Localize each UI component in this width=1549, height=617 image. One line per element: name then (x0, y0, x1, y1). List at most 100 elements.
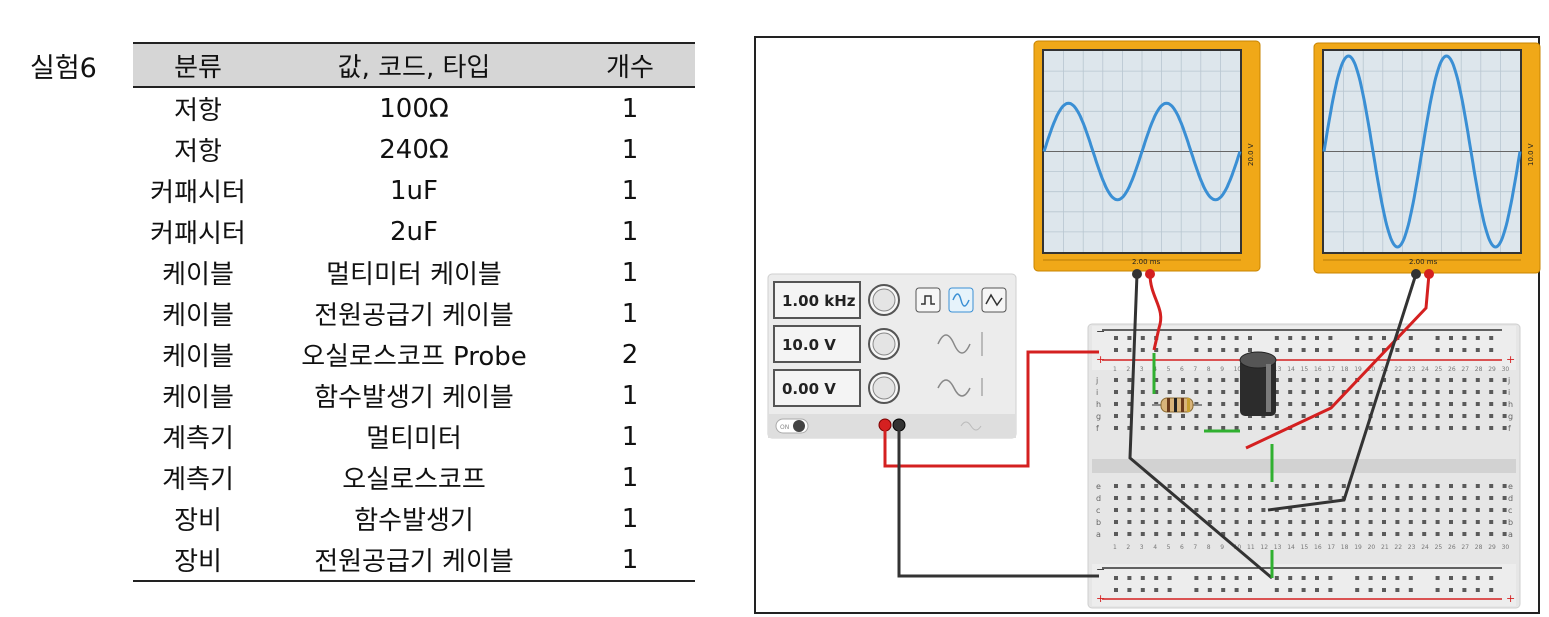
breadboard-hole[interactable] (1475, 402, 1480, 406)
breadboard-hole[interactable] (1368, 532, 1373, 536)
rail-hole[interactable] (1194, 588, 1199, 592)
rail-hole[interactable] (1435, 336, 1440, 340)
breadboard-hole[interactable] (1207, 496, 1212, 500)
triangle-wave-button[interactable] (981, 287, 1007, 313)
breadboard-hole[interactable] (1234, 508, 1239, 512)
breadboard-hole[interactable] (1422, 496, 1427, 500)
rail-hole[interactable] (1207, 576, 1212, 580)
rail-hole[interactable] (1408, 336, 1413, 340)
breadboard-hole[interactable] (1261, 520, 1266, 524)
rail-hole[interactable] (1315, 588, 1319, 592)
breadboard-hole[interactable] (1315, 508, 1319, 512)
breadboard-hole[interactable] (1382, 402, 1386, 406)
breadboard-hole[interactable] (1274, 426, 1279, 430)
breadboard-hole[interactable] (1167, 414, 1172, 418)
breadboard-hole[interactable] (1140, 520, 1145, 524)
breadboard-hole[interactable] (1154, 532, 1159, 536)
breadboard-hole[interactable] (1328, 414, 1333, 418)
rail-hole[interactable] (1395, 576, 1400, 580)
amplitude-knob[interactable] (868, 328, 900, 360)
rail-hole[interactable] (1382, 336, 1386, 340)
breadboard-hole[interactable] (1207, 532, 1212, 536)
breadboard-hole[interactable] (1127, 496, 1132, 500)
rail-hole[interactable] (1114, 576, 1118, 580)
rail-hole[interactable] (1127, 576, 1132, 580)
breadboard-hole[interactable] (1301, 402, 1306, 406)
breadboard-hole[interactable] (1167, 426, 1172, 430)
breadboard-hole[interactable] (1489, 426, 1494, 430)
breadboard-hole[interactable] (1114, 414, 1118, 418)
rail-hole[interactable] (1274, 588, 1279, 592)
breadboard-hole[interactable] (1274, 414, 1279, 418)
breadboard-hole[interactable] (1475, 484, 1480, 488)
breadboard-hole[interactable] (1341, 414, 1346, 418)
breadboard-hole[interactable] (1341, 402, 1346, 406)
breadboard-hole[interactable] (1489, 520, 1494, 524)
rail-hole[interactable] (1207, 348, 1212, 352)
breadboard-hole[interactable] (1194, 532, 1199, 536)
rail-hole[interactable] (1288, 336, 1293, 340)
rail-hole[interactable] (1248, 348, 1252, 352)
breadboard-hole[interactable] (1475, 532, 1480, 536)
breadboard-hole[interactable] (1114, 496, 1118, 500)
square-wave-button[interactable] (915, 287, 941, 313)
breadboard-hole[interactable] (1355, 520, 1360, 524)
breadboard-hole[interactable] (1395, 414, 1400, 418)
breadboard-hole[interactable] (1368, 378, 1373, 382)
breadboard-hole[interactable] (1221, 484, 1226, 488)
rail-hole[interactable] (1355, 336, 1360, 340)
breadboard-hole[interactable] (1234, 390, 1239, 394)
breadboard-hole[interactable] (1248, 508, 1252, 512)
rail-hole[interactable] (1248, 588, 1252, 592)
breadboard-hole[interactable] (1221, 402, 1226, 406)
breadboard-hole[interactable] (1261, 426, 1266, 430)
breadboard-hole[interactable] (1167, 508, 1172, 512)
breadboard-hole[interactable] (1408, 520, 1413, 524)
breadboard-hole[interactable] (1315, 426, 1319, 430)
rail-hole[interactable] (1274, 576, 1279, 580)
rail-hole[interactable] (1395, 588, 1400, 592)
breadboard-hole[interactable] (1181, 414, 1185, 418)
breadboard-hole[interactable] (1355, 402, 1360, 406)
breadboard-hole[interactable] (1140, 508, 1145, 512)
rail-hole[interactable] (1167, 348, 1172, 352)
breadboard-hole[interactable] (1301, 426, 1306, 430)
rail-hole[interactable] (1408, 588, 1413, 592)
breadboard-hole[interactable] (1248, 496, 1252, 500)
breadboard-hole[interactable] (1435, 496, 1440, 500)
rail-hole[interactable] (1475, 588, 1480, 592)
rail-hole[interactable] (1207, 588, 1212, 592)
breadboard-hole[interactable] (1194, 378, 1199, 382)
breadboard-hole[interactable] (1395, 532, 1400, 536)
breadboard-hole[interactable] (1408, 390, 1413, 394)
breadboard-hole[interactable] (1368, 508, 1373, 512)
rail-hole[interactable] (1194, 576, 1199, 580)
breadboard-hole[interactable] (1288, 520, 1293, 524)
breadboard-hole[interactable] (1489, 484, 1494, 488)
rail-hole[interactable] (1368, 576, 1373, 580)
rail-hole[interactable] (1355, 348, 1360, 352)
breadboard-hole[interactable] (1248, 426, 1252, 430)
breadboard-hole[interactable] (1395, 378, 1400, 382)
breadboard-hole[interactable] (1449, 520, 1453, 524)
breadboard-hole[interactable] (1489, 414, 1494, 418)
breadboard-hole[interactable] (1355, 496, 1360, 500)
rail-hole[interactable] (1462, 588, 1467, 592)
breadboard-hole[interactable] (1408, 496, 1413, 500)
rail-hole[interactable] (1167, 576, 1172, 580)
breadboard-hole[interactable] (1301, 378, 1306, 382)
rail-hole[interactable] (1435, 588, 1440, 592)
capacitor[interactable] (1239, 351, 1277, 416)
rail-hole[interactable] (1328, 588, 1333, 592)
rail-hole[interactable] (1315, 348, 1319, 352)
rail-hole[interactable] (1475, 336, 1480, 340)
breadboard-hole[interactable] (1181, 496, 1185, 500)
rail-hole[interactable] (1462, 348, 1467, 352)
breadboard-hole[interactable] (1395, 520, 1400, 524)
breadboard-hole[interactable] (1288, 390, 1293, 394)
rail-hole[interactable] (1395, 348, 1400, 352)
breadboard-hole[interactable] (1127, 378, 1132, 382)
rail-hole[interactable] (1382, 588, 1386, 592)
breadboard-hole[interactable] (1315, 390, 1319, 394)
breadboard-hole[interactable] (1207, 402, 1212, 406)
